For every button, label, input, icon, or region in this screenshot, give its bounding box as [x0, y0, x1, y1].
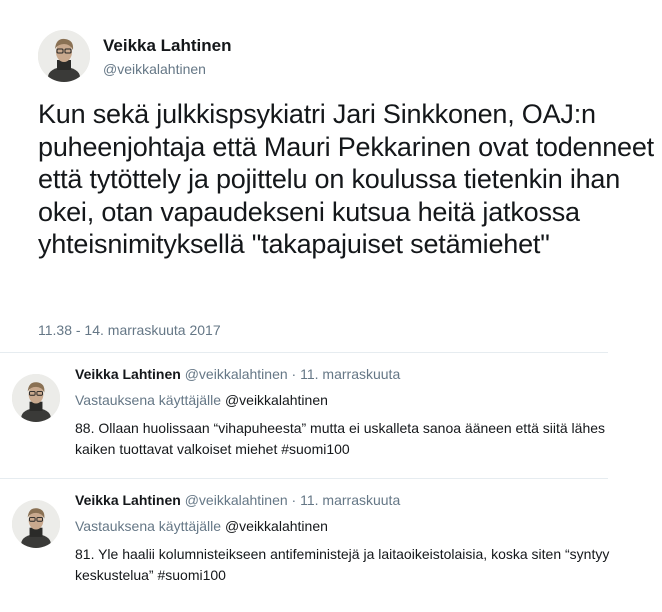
separator: · — [291, 492, 297, 508]
reply-context-prefix: Vastauksena käyttäjälle — [75, 518, 222, 534]
profile-photo-icon — [38, 30, 90, 82]
reply-text: 88. Ollaan huolissaan “vihapuheesta” mut… — [75, 420, 606, 457]
avatar[interactable] — [38, 30, 90, 82]
profile-photo-icon — [12, 500, 60, 548]
main-tweet: Veikka Lahtinen @veikkalahtinen Kun sekä… — [0, 0, 662, 352]
tweet-timestamp[interactable]: 11.38 - 14. marraskuuta 2017 — [38, 322, 221, 338]
reply-context: Vastauksena käyttäjälle @veikkalahtinen — [75, 392, 328, 408]
reply-tweet[interactable]: Veikka Lahtinen @veikkalahtinen · 11. ma… — [0, 366, 662, 486]
reply-date[interactable]: 11. marraskuuta — [300, 366, 400, 382]
avatar[interactable] — [12, 374, 60, 422]
author-handle[interactable]: @veikkalahtinen — [185, 492, 288, 508]
reply-context-prefix: Vastauksena käyttäjälle — [75, 392, 222, 408]
separator: · — [291, 366, 297, 382]
tweet-text: Kun sekä julkkispsykiatri Jari Sinkkonen… — [38, 99, 654, 259]
avatar[interactable] — [12, 500, 60, 548]
reply-header: Veikka Lahtinen @veikkalahtinen · 11. ma… — [75, 492, 400, 508]
reply-date[interactable]: 11. marraskuuta — [300, 492, 400, 508]
author-name[interactable]: Veikka Lahtinen — [75, 492, 181, 508]
reply-text: 81. Yle haalii kolumnisteikseen antifemi… — [75, 546, 610, 583]
author-name[interactable]: Veikka Lahtinen — [103, 36, 232, 56]
reply-tweet[interactable]: Veikka Lahtinen @veikkalahtinen · 11. ma… — [0, 492, 662, 612]
author-handle[interactable]: @veikkalahtinen — [103, 61, 206, 77]
reply-context: Vastauksena käyttäjälle @veikkalahtinen — [75, 518, 328, 534]
profile-photo-icon — [12, 374, 60, 422]
author-name[interactable]: Veikka Lahtinen — [75, 366, 181, 382]
reply-context-mention[interactable]: @veikkalahtinen — [225, 518, 328, 534]
author-handle[interactable]: @veikkalahtinen — [185, 366, 288, 382]
reply-context-mention[interactable]: @veikkalahtinen — [225, 392, 328, 408]
divider — [0, 478, 608, 479]
reply-header: Veikka Lahtinen @veikkalahtinen · 11. ma… — [75, 366, 400, 382]
divider — [0, 352, 608, 353]
